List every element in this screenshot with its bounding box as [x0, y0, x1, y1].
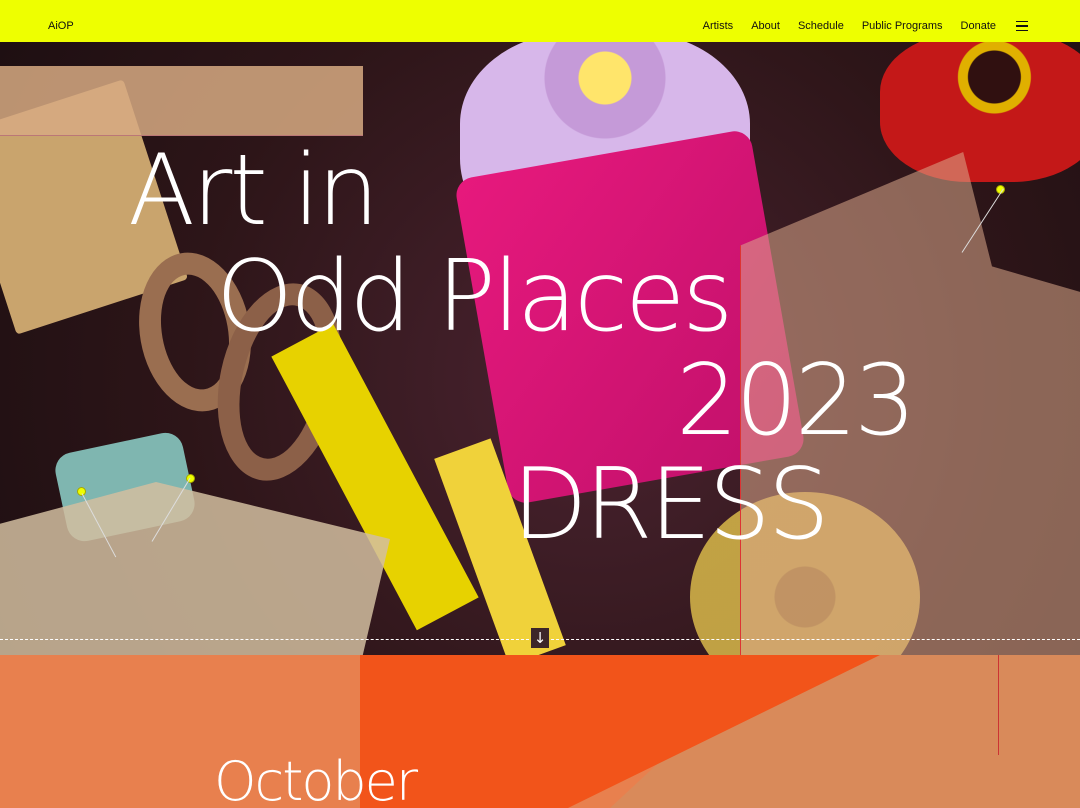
nav-artists[interactable]: Artists	[703, 20, 734, 32]
hero-title-line-2: Odd Places	[216, 240, 733, 354]
sewing-pattern-top	[0, 66, 363, 136]
pattern-stitch-line	[998, 655, 999, 755]
hero-section: Art in Odd Places 2023 DRESS ↓	[0, 42, 1080, 655]
nav-about[interactable]: About	[751, 20, 780, 32]
hero-title-line-3: 2023	[676, 344, 916, 458]
nav-donate[interactable]: Donate	[961, 20, 996, 32]
nav-schedule[interactable]: Schedule	[798, 20, 844, 32]
hero-title-line-4: DRESS	[512, 448, 830, 562]
arrow-down-icon[interactable]: ↓	[531, 628, 549, 648]
hamburger-menu-icon[interactable]	[1016, 21, 1028, 32]
site-logo[interactable]: AiOP	[48, 20, 74, 32]
date-heading: October	[214, 750, 418, 808]
sewing-pattern-left	[0, 482, 390, 655]
main-nav: Artists About Schedule Public Programs D…	[703, 20, 996, 32]
thread-spool-red	[880, 42, 1080, 182]
dates-section: October	[0, 655, 1080, 808]
nav-public-programs[interactable]: Public Programs	[862, 20, 943, 32]
hero-title-line-1: Art in	[128, 134, 379, 248]
top-nav-bar: AiOP Artists About Schedule Public Progr…	[0, 0, 1080, 42]
